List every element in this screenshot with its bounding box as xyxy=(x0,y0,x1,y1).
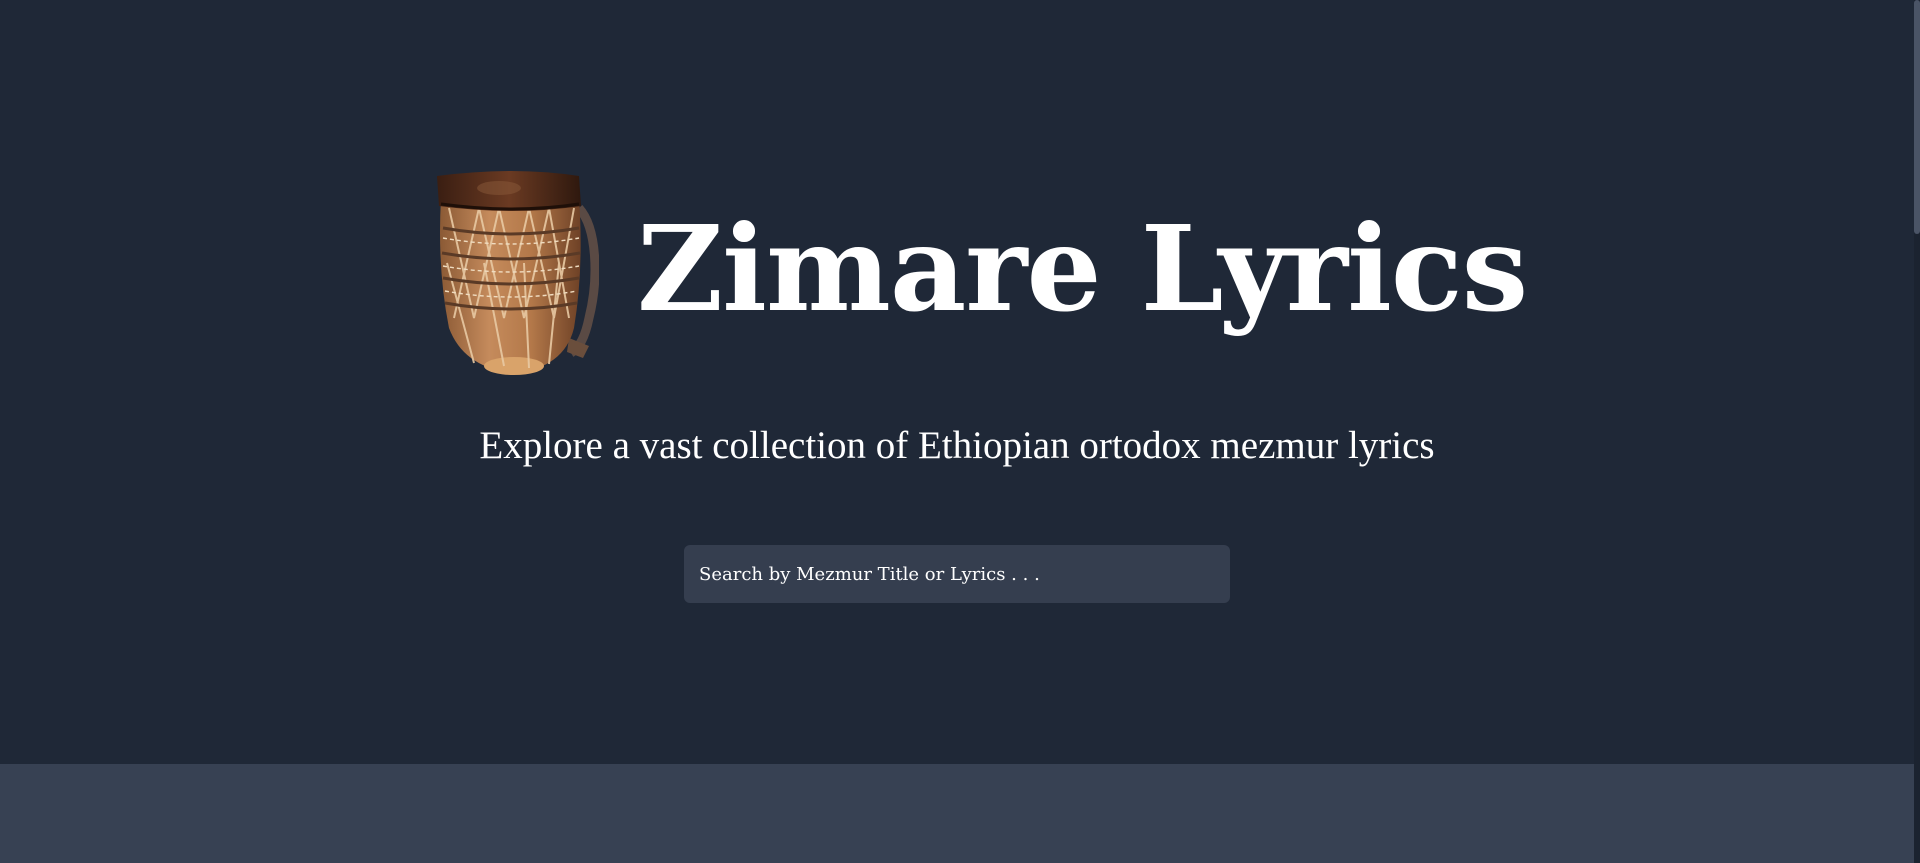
search-input[interactable] xyxy=(684,545,1230,603)
page: Zimare Lyrics Explore a vast collection … xyxy=(0,0,1920,863)
site-title: Zimare Lyrics xyxy=(637,199,1528,338)
hero-section: Zimare Lyrics Explore a vast collection … xyxy=(0,0,1914,764)
brand: Zimare Lyrics xyxy=(429,168,1528,378)
scrollbar-thumb[interactable] xyxy=(1914,0,1920,234)
content-section xyxy=(0,764,1914,863)
tagline: Explore a vast collection of Ethiopian o… xyxy=(479,424,1435,467)
kebero-drum-icon xyxy=(437,171,599,375)
